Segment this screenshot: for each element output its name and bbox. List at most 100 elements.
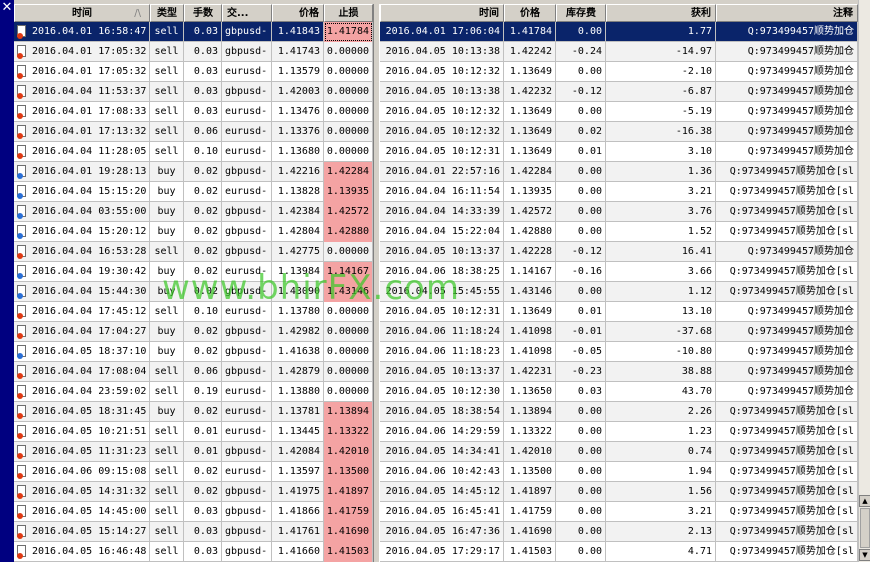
- header-swap[interactable]: 库存费: [556, 4, 606, 22]
- cell-stop-loss: 1.14167: [324, 262, 373, 282]
- table-row[interactable]: 2016.04.01 19:28:13 buy 0.02 gbpusd- 1.42216…: [14, 162, 858, 182]
- cell-close-time: 2016.04.05 10:12:31: [380, 302, 504, 322]
- cell-type: buy: [150, 402, 184, 422]
- buy-order-icon: [17, 225, 28, 239]
- cell-profit: 1.77: [606, 22, 716, 42]
- cell-type: sell: [150, 482, 184, 502]
- table-row[interactable]: 2016.04.04 15:20:12 buy 0.02 gbpusd- 1.42804…: [14, 222, 858, 242]
- table-row[interactable]: 2016.04.04 17:04:27 buy 0.02 gbpusd- 1.42982…: [14, 322, 858, 342]
- cell-profit: 38.88: [606, 362, 716, 382]
- table-row[interactable]: 2016.04.01 16:58:47 sell 0.03 gbpusd- 1.4184…: [14, 22, 858, 42]
- cell-profit: 2.13: [606, 522, 716, 542]
- sell-order-icon: [17, 445, 28, 459]
- header-comment[interactable]: 注释: [716, 4, 858, 22]
- cell-profit: -5.19: [606, 102, 716, 122]
- cell-close-price: 1.13322: [504, 422, 556, 442]
- table-row[interactable]: 2016.04.05 11:31:23 sell 0.01 gbpusd- 1.4208…: [14, 442, 858, 462]
- cell-swap: 0.00: [556, 502, 606, 522]
- scroll-up-button[interactable]: ▲: [859, 495, 870, 507]
- cell-profit: 1.56: [606, 482, 716, 502]
- table-row[interactable]: 2016.04.04 17:45:12 sell 0.10 eurusd- 1.1378…: [14, 302, 858, 322]
- scroll-down-button[interactable]: ▼: [859, 549, 870, 561]
- cell-profit: 1.52: [606, 222, 716, 242]
- header-open-time[interactable]: 时间/\: [14, 4, 150, 22]
- cell-profit: 43.70: [606, 382, 716, 402]
- table-row[interactable]: 2016.04.04 16:53:28 sell 0.02 gbpusd- 1.4277…: [14, 242, 858, 262]
- table-row[interactable]: 2016.04.04 11:53:37 sell 0.03 gbpusd- 1.4200…: [14, 82, 858, 102]
- cell-type: buy: [150, 202, 184, 222]
- header-lots[interactable]: 手数: [184, 4, 222, 22]
- cell-open-time: 2016.04.06 09:15:08: [14, 462, 150, 482]
- table-row[interactable]: 2016.04.04 19:30:42 buy 0.02 eurusd- 1.13984…: [14, 262, 858, 282]
- cell-close-price: 1.14167: [504, 262, 556, 282]
- cell-type: sell: [150, 242, 184, 262]
- cell-symbol: gbpusd-: [222, 542, 272, 562]
- cell-open-time: 2016.04.01 16:58:47: [14, 22, 150, 42]
- cell-symbol: eurusd-: [222, 62, 272, 82]
- cell-comment: Q:973499457顺势加仓[sl: [716, 482, 858, 502]
- table-row[interactable]: 2016.04.04 15:15:20 buy 0.02 eurusd- 1.13828…: [14, 182, 858, 202]
- cell-symbol: eurusd-: [222, 462, 272, 482]
- cell-profit: -10.80: [606, 342, 716, 362]
- table-row[interactable]: 2016.04.05 18:37:10 buy 0.02 gbpusd- 1.41638…: [14, 342, 858, 362]
- cell-close-time: 2016.04.05 10:13:37: [380, 362, 504, 382]
- cell-lots: 0.02: [184, 322, 222, 342]
- table-row[interactable]: 2016.04.01 17:05:32 sell 0.03 eurusd- 1.1357…: [14, 62, 858, 82]
- cell-close-time: 2016.04.05 10:12:32: [380, 62, 504, 82]
- cell-close-price: 1.41784: [504, 22, 556, 42]
- cell-stop-loss: 0.00000: [324, 122, 373, 142]
- table-row[interactable]: 2016.04.04 11:28:05 sell 0.10 eurusd- 1.1368…: [14, 142, 858, 162]
- cell-symbol: eurusd-: [222, 302, 272, 322]
- cell-symbol: eurusd-: [222, 122, 272, 142]
- table-row[interactable]: 2016.04.05 10:21:51 sell 0.01 eurusd- 1.1344…: [14, 422, 858, 442]
- table-row[interactable]: 2016.04.05 16:46:48 sell 0.03 gbpusd- 1.4166…: [14, 542, 858, 562]
- cell-symbol: gbpusd-: [222, 82, 272, 102]
- cell-comment: Q:973499457顺势加仓[sl: [716, 422, 858, 442]
- table-row[interactable]: 2016.04.04 17:08:04 sell 0.06 gbpusd- 1.4287…: [14, 362, 858, 382]
- cell-type: sell: [150, 422, 184, 442]
- header-close-time[interactable]: 时间: [380, 4, 504, 22]
- sell-order-icon: [17, 385, 28, 399]
- cell-symbol: eurusd-: [222, 182, 272, 202]
- table-row[interactable]: 2016.04.05 18:31:45 buy 0.02 eurusd- 1.13781…: [14, 402, 858, 422]
- header-type[interactable]: 类型: [150, 4, 184, 22]
- table-row[interactable]: 2016.04.04 23:59:02 sell 0.19 eurusd- 1.1388…: [14, 382, 858, 402]
- cell-comment: Q:973499457顺势加仓[sl: [716, 182, 858, 202]
- cell-open-price: 1.42216: [272, 162, 324, 182]
- column-divider[interactable]: [373, 4, 380, 22]
- vertical-scrollbar[interactable]: ▲ ▼: [858, 0, 870, 562]
- cell-open-price: 1.13780: [272, 302, 324, 322]
- header-close-price[interactable]: 价格: [504, 4, 556, 22]
- header-open-price[interactable]: 价格: [272, 4, 324, 22]
- scrollbar-thumb[interactable]: [860, 508, 870, 548]
- cell-lots: 0.02: [184, 482, 222, 502]
- cell-lots: 0.02: [184, 262, 222, 282]
- cell-symbol: gbpusd-: [222, 22, 272, 42]
- cell-comment: Q:973499457顺势加仓: [716, 122, 858, 142]
- cell-close-time: 2016.04.01 22:57:16: [380, 162, 504, 182]
- table-row[interactable]: 2016.04.05 15:14:27 sell 0.03 gbpusd- 1.4176…: [14, 522, 858, 542]
- cell-swap: 0.00: [556, 102, 606, 122]
- table-row[interactable]: 2016.04.01 17:05:32 sell 0.03 gbpusd- 1.4174…: [14, 42, 858, 62]
- table-row[interactable]: 2016.04.05 14:45:00 sell 0.03 gbpusd- 1.4186…: [14, 502, 858, 522]
- table-row[interactable]: 2016.04.01 17:13:32 sell 0.06 eurusd- 1.1337…: [14, 122, 858, 142]
- header-symbol[interactable]: 交...: [222, 4, 272, 22]
- table-row[interactable]: 2016.04.04 15:44:30 buy 0.02 gbpusd- 1.43090…: [14, 282, 858, 302]
- cell-open-price: 1.41660: [272, 542, 324, 562]
- table-row[interactable]: 2016.04.05 14:31:32 sell 0.02 gbpusd- 1.4197…: [14, 482, 858, 502]
- table-row[interactable]: 2016.04.01 17:08:33 sell 0.03 eurusd- 1.1347…: [14, 102, 858, 122]
- cell-lots: 0.06: [184, 122, 222, 142]
- close-button[interactable]: ✕: [0, 1, 14, 15]
- table-row[interactable]: 2016.04.06 09:15:08 sell 0.02 eurusd- 1.1359…: [14, 462, 858, 482]
- cell-open-price: 1.13445: [272, 422, 324, 442]
- cell-open-price: 1.42804: [272, 222, 324, 242]
- cell-comment: Q:973499457顺势加仓: [716, 322, 858, 342]
- cell-open-time: 2016.04.04 23:59:02: [14, 382, 150, 402]
- cell-close-price: 1.41690: [504, 522, 556, 542]
- buy-order-icon: [17, 265, 28, 279]
- cell-open-price: 1.41761: [272, 522, 324, 542]
- header-stop-loss[interactable]: 止损: [324, 4, 373, 22]
- table-row[interactable]: 2016.04.04 03:55:00 buy 0.02 gbpusd- 1.42384…: [14, 202, 858, 222]
- header-profit[interactable]: 获利: [606, 4, 716, 22]
- cell-swap: -0.24: [556, 42, 606, 62]
